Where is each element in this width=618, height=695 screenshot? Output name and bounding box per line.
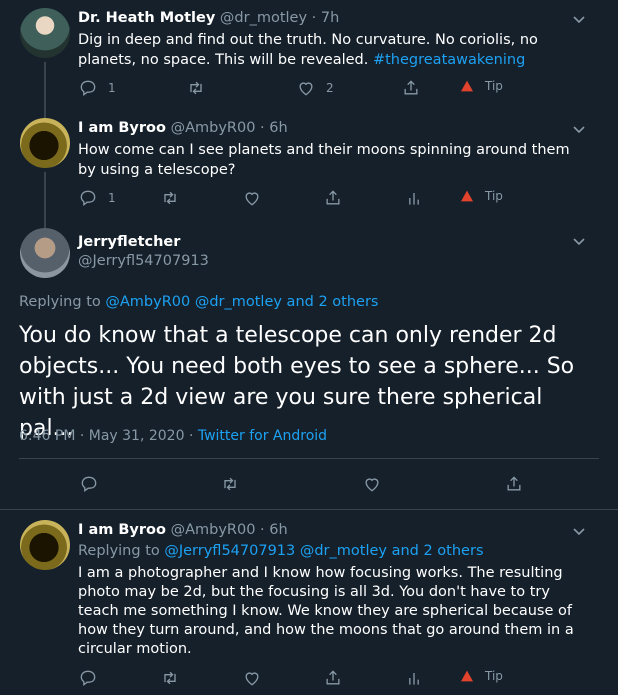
brave-tip-icon — [461, 190, 473, 202]
retweet-icon — [164, 671, 176, 685]
analytics-icon — [409, 193, 419, 205]
share-button[interactable] — [323, 188, 343, 208]
divider — [19, 458, 599, 459]
tweet-source[interactable]: Twitter for Android — [198, 428, 327, 444]
retweet-button[interactable] — [160, 188, 180, 208]
replying-to: Replying to @AmbyR00 @dr_motley and 2 ot… — [19, 294, 378, 310]
chevron-down-icon[interactable] — [572, 122, 586, 136]
thread-connector — [44, 220, 46, 228]
share-icon — [326, 190, 340, 205]
avatar[interactable] — [20, 118, 70, 168]
tip-button[interactable]: Tip — [459, 188, 503, 204]
like-count: 2 — [326, 81, 334, 95]
tweet-header: Dr. Heath Motley @dr_motley · 7h — [78, 10, 339, 26]
chevron-down-icon[interactable] — [572, 234, 586, 248]
tweet-timestamp[interactable]: 6:46 PM · May 31, 2020 · — [19, 428, 193, 444]
reply-button[interactable] — [79, 474, 99, 494]
tip-button[interactable]: Tip — [459, 78, 503, 94]
thread-connector — [44, 172, 46, 222]
thread-connector — [44, 110, 46, 118]
divider — [0, 509, 618, 510]
analytics-button[interactable] — [404, 188, 424, 208]
author-handle[interactable]: @Jerryfl54707913 — [78, 253, 209, 269]
tip-label: Tip — [485, 189, 503, 203]
replying-to-mentions[interactable]: @Jerryfl54707913 @dr_motley and 2 others — [164, 543, 483, 559]
author-handle[interactable]: @AmbyR00 — [171, 522, 256, 538]
tweet-header: I am Byroo @AmbyR00 · 6h — [78, 120, 288, 136]
share-icon — [507, 476, 521, 491]
reply-icon — [81, 476, 97, 492]
author-name[interactable]: Jerryfletcher — [78, 234, 180, 250]
thread-connector — [44, 62, 46, 116]
tweet-time[interactable]: · 6h — [260, 120, 288, 136]
reply-icon — [80, 670, 96, 686]
tweet-text: How come can I see planets and their moo… — [78, 142, 570, 178]
reply-button[interactable]: 1 — [78, 188, 116, 208]
tweet-text: You do know that a telescope can only re… — [19, 323, 575, 441]
share-icon — [404, 80, 418, 95]
retweet-button[interactable] — [220, 474, 240, 494]
replying-to: Replying to @Jerryfl54707913 @dr_motley … — [78, 543, 484, 559]
reply-count: 1 — [108, 81, 116, 95]
replying-to-label: Replying to — [78, 543, 160, 559]
author-name[interactable]: Dr. Heath Motley — [78, 10, 215, 26]
tweet-header: I am Byroo @AmbyR00 · 6h — [78, 522, 288, 538]
retweet-button[interactable] — [160, 668, 180, 688]
author-name[interactable]: I am Byroo — [78, 522, 166, 538]
tweet-byroo[interactable]: I am Byroo @AmbyR00 · 6h How come can I … — [0, 110, 618, 222]
like-button[interactable] — [242, 668, 262, 688]
tweet-actions: Tip — [78, 668, 518, 690]
chevron-down-icon[interactable] — [572, 524, 586, 538]
like-button[interactable]: 2 — [296, 78, 334, 98]
share-button[interactable] — [401, 78, 421, 98]
focused-tweet: Jerryfletcher @Jerryfl54707913 Replying … — [0, 220, 618, 510]
reply-icon — [80, 80, 96, 96]
avatar[interactable] — [20, 8, 70, 58]
avatar[interactable] — [20, 520, 70, 570]
like-icon — [245, 672, 259, 686]
reply-button[interactable]: 1 — [78, 78, 116, 98]
like-icon — [365, 478, 379, 492]
share-button[interactable] — [323, 668, 343, 688]
tweet-actions: 1 2 Tip — [78, 78, 518, 100]
reply-icon — [80, 190, 96, 206]
tweet-text: Dig in deep and find out the truth. No c… — [78, 30, 598, 70]
replying-to-mentions[interactable]: @AmbyR00 @dr_motley and 2 others — [105, 294, 378, 310]
reply-count: 1 — [108, 191, 116, 205]
like-button[interactable] — [362, 474, 382, 494]
tweet-heath-motley[interactable]: Dr. Heath Motley @dr_motley · 7h Dig in … — [0, 0, 618, 116]
reply-button[interactable] — [78, 668, 98, 688]
retweet-icon — [224, 477, 236, 491]
like-icon — [299, 82, 313, 96]
chevron-down-icon[interactable] — [572, 12, 586, 26]
share-button[interactable] — [504, 474, 524, 494]
tweet-time[interactable]: · 7h — [312, 10, 340, 26]
tweet-actions — [79, 474, 539, 496]
replying-to-label: Replying to — [19, 294, 101, 310]
author-handle[interactable]: @dr_motley — [220, 10, 307, 26]
tweet-actions: 1 Tip — [78, 188, 518, 210]
brave-tip-icon — [461, 80, 473, 92]
hashtag-link[interactable]: #thegreatawakening — [373, 52, 525, 68]
tweet-meta: 6:46 PM · May 31, 2020 · Twitter for And… — [19, 428, 327, 444]
tip-label: Tip — [485, 669, 503, 683]
tweet-text: I am a photographer and I know how focus… — [78, 565, 574, 657]
retweet-button[interactable] — [186, 78, 206, 98]
reply-tweet-byroo[interactable]: I am Byroo @AmbyR00 · 6h Replying to @Je… — [0, 512, 618, 695]
tip-button[interactable]: Tip — [459, 668, 503, 684]
tweet-time[interactable]: · 6h — [260, 522, 288, 538]
like-button[interactable] — [242, 188, 262, 208]
avatar[interactable] — [20, 228, 70, 278]
share-icon — [326, 670, 340, 685]
retweet-icon — [190, 81, 202, 95]
like-icon — [245, 192, 259, 206]
analytics-button[interactable] — [404, 668, 424, 688]
retweet-icon — [164, 191, 176, 205]
analytics-icon — [409, 673, 419, 685]
brave-tip-icon — [461, 670, 473, 682]
author-name[interactable]: I am Byroo — [78, 120, 166, 136]
author-handle[interactable]: @AmbyR00 — [171, 120, 256, 136]
tip-label: Tip — [485, 79, 503, 93]
